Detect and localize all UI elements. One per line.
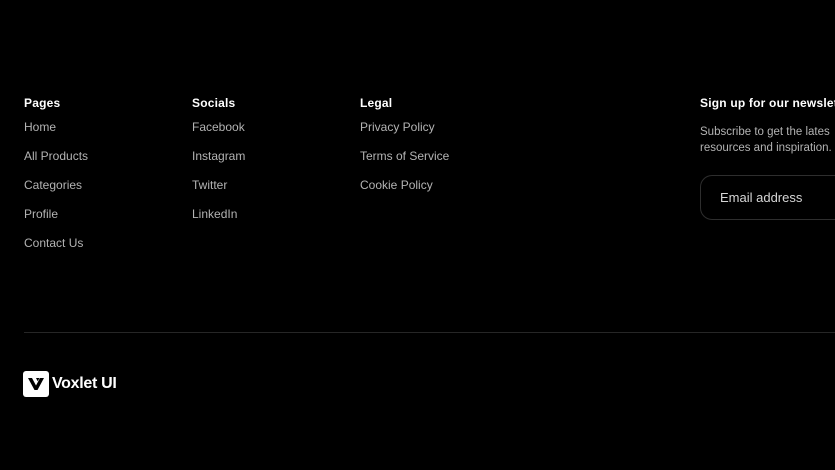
brand[interactable]: Voxlet UI [23, 371, 117, 397]
footer-divider [24, 332, 835, 333]
footer-link-privacy-policy[interactable]: Privacy Policy [360, 119, 449, 135]
footer-link-twitter[interactable]: Twitter [192, 177, 245, 193]
footer-link-cookie-policy[interactable]: Cookie Policy [360, 177, 449, 193]
footer-link-home[interactable]: Home [24, 119, 88, 135]
footer-link-linkedin[interactable]: LinkedIn [192, 206, 245, 222]
pages-list: Home All Products Categories Profile Con… [24, 119, 88, 251]
voxlet-logo-icon [23, 371, 49, 397]
footer-link-profile[interactable]: Profile [24, 206, 88, 222]
footer-link-all-products[interactable]: All Products [24, 148, 88, 164]
newsletter-description-line-1: Subscribe to get the lates [700, 126, 830, 138]
footer-link-contact-us[interactable]: Contact Us [24, 235, 88, 251]
footer-link-instagram[interactable]: Instagram [192, 148, 245, 164]
email-field[interactable] [720, 190, 835, 205]
footer-column-legal: Legal Privacy Policy Terms of Service Co… [360, 95, 449, 206]
email-field-container [700, 175, 835, 220]
pages-heading: Pages [24, 96, 61, 110]
footer-column-socials: Socials Facebook Instagram Twitter Linke… [192, 95, 245, 235]
newsletter-heading: Sign up for our newslet [700, 96, 835, 110]
newsletter-description-line-2: resources and inspiration. [700, 142, 832, 154]
footer: Pages Home All Products Categories Profi… [0, 0, 835, 470]
footer-link-categories[interactable]: Categories [24, 177, 88, 193]
legal-list: Privacy Policy Terms of Service Cookie P… [360, 119, 449, 193]
socials-heading: Socials [192, 96, 236, 110]
footer-link-terms-of-service[interactable]: Terms of Service [360, 148, 449, 164]
socials-list: Facebook Instagram Twitter LinkedIn [192, 119, 245, 222]
brand-name: Voxlet UI [52, 375, 117, 392]
legal-heading: Legal [360, 96, 393, 110]
footer-column-pages: Pages Home All Products Categories Profi… [24, 95, 88, 264]
footer-link-facebook[interactable]: Facebook [192, 119, 245, 135]
footer-column-newsletter: Sign up for our newslet Subscribe to get… [700, 95, 835, 220]
newsletter-description: Subscribe to get the lates resources and… [700, 124, 835, 156]
